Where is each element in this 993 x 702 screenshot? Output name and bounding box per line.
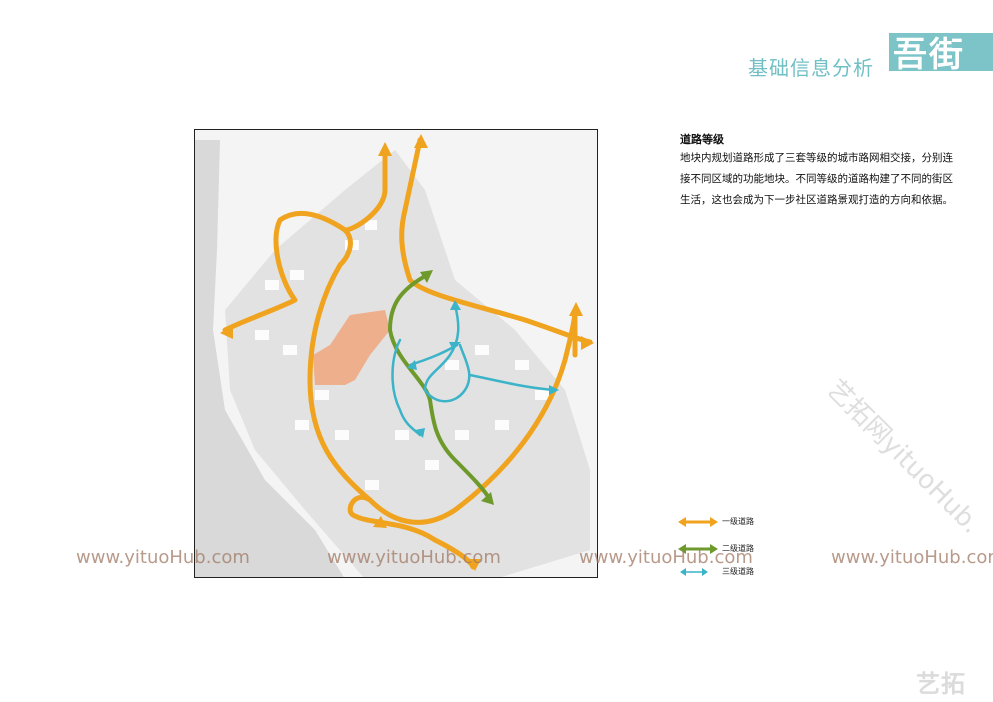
page-header-title: 基础信息分析 — [748, 56, 874, 80]
section-description: 地块内规划道路形成了三套等级的城市路网相交接，分别连接不同区域的功能地块。不同等… — [680, 152, 953, 206]
brand-logo-text: 吾街 — [893, 35, 965, 75]
watermark-text: www.yituoHub.com — [579, 547, 753, 568]
watermark-text: www.yituoHub.com — [327, 547, 501, 568]
brand-banner: 吾街 — [889, 33, 993, 75]
site-plan-svg — [195, 130, 597, 577]
watermark-text: www.yituoHub.com — [76, 547, 250, 568]
legend-arrow-icon — [678, 517, 718, 527]
watermark-diagonal: 艺拓网yituoHub. — [820, 374, 987, 540]
corner-logo: 艺拓 — [916, 670, 966, 698]
legend-label: 一级道路 — [722, 517, 754, 526]
section-title: 道路等级 — [680, 133, 724, 146]
watermark-text: www.yituoHub.com — [831, 547, 993, 568]
legend-item-primary: 一级道路 — [678, 515, 798, 529]
road-hierarchy-map — [194, 129, 598, 578]
